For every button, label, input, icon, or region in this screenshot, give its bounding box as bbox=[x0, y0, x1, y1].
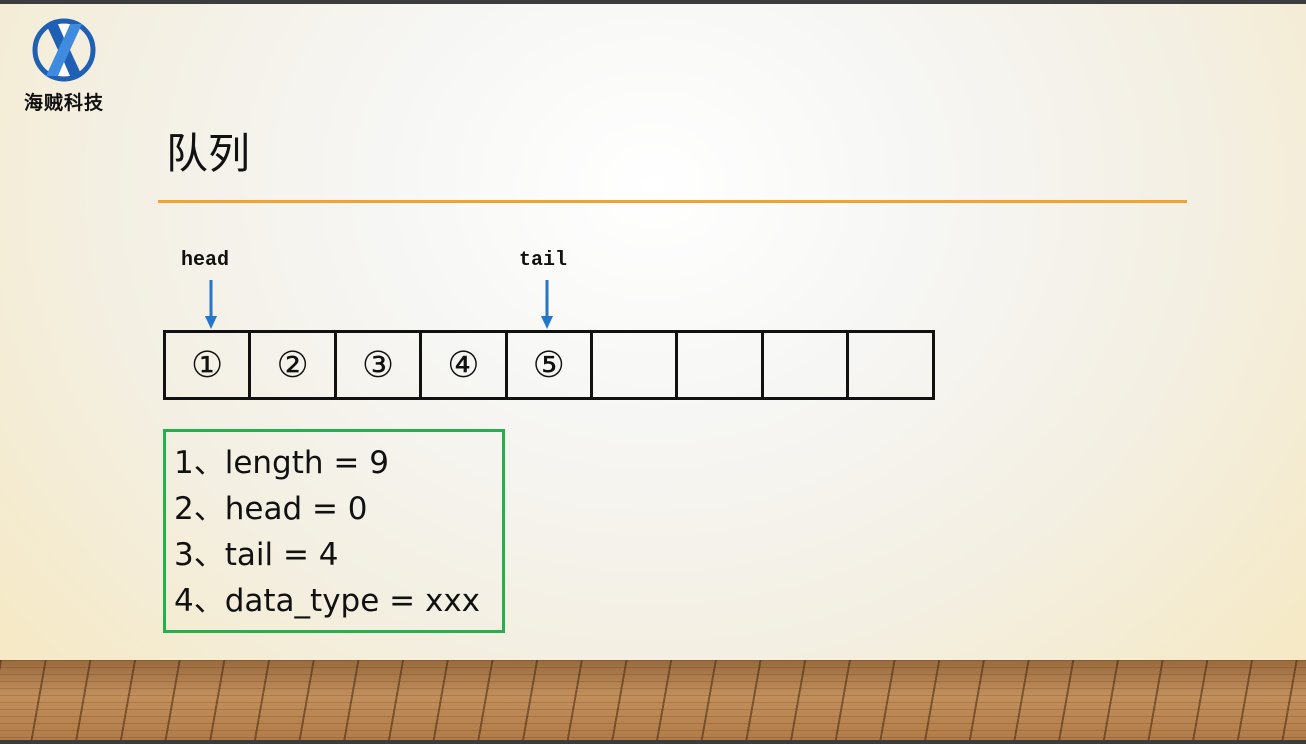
company-name: 海贼科技 bbox=[23, 92, 104, 114]
tail-arrow-icon bbox=[541, 280, 553, 329]
queue-cell bbox=[764, 333, 850, 397]
queue-cell bbox=[849, 333, 931, 397]
slide: 海贼科技 队列 head tail ① ② ③ ④ ⑤ 1、length = 9… bbox=[0, 0, 1306, 744]
title-divider bbox=[158, 200, 1187, 203]
head-arrow-icon bbox=[205, 280, 217, 329]
queue-cell: ⑤ bbox=[508, 333, 593, 397]
bottom-bar bbox=[0, 740, 1306, 744]
queue-cell: ② bbox=[251, 333, 337, 397]
slide-title: 队列 bbox=[166, 129, 251, 178]
queue-array: ① ② ③ ④ ⑤ bbox=[163, 330, 935, 400]
property-tail: 3、tail = 4 bbox=[174, 537, 339, 573]
property-length: 1、length = 9 bbox=[174, 445, 389, 481]
queue-properties-box: 1、length = 9 2、head = 0 3、tail = 4 4、dat… bbox=[163, 429, 505, 633]
queue-cell: ④ bbox=[422, 333, 508, 397]
tail-pointer-label: tail bbox=[519, 249, 568, 272]
queue-cell: ③ bbox=[337, 333, 423, 397]
logo-x-icon bbox=[32, 18, 96, 82]
queue-cell bbox=[678, 333, 764, 397]
company-logo: 海贼科技 bbox=[12, 18, 116, 118]
property-data-type: 4、data_type = xxx bbox=[174, 583, 481, 619]
queue-cell bbox=[593, 333, 679, 397]
wood-floor-decoration bbox=[0, 660, 1306, 740]
head-pointer-label: head bbox=[181, 249, 230, 272]
queue-cell: ① bbox=[166, 333, 252, 397]
property-head: 2、head = 0 bbox=[174, 491, 368, 527]
top-bar bbox=[0, 0, 1306, 4]
